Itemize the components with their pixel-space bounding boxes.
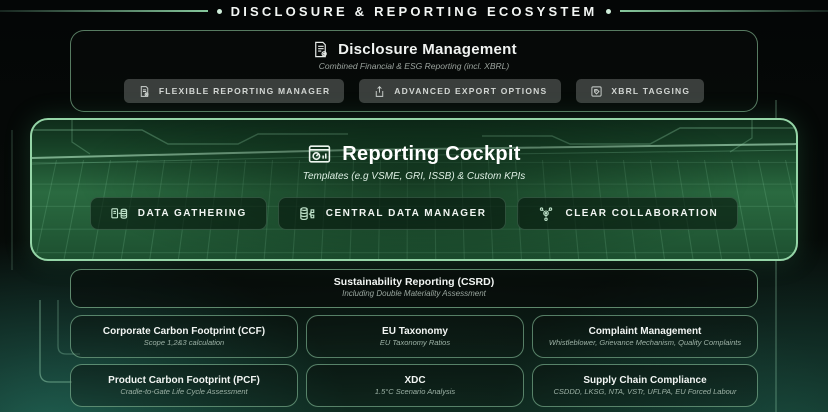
module-title: Corporate Carbon Footprint (CCF)	[102, 326, 266, 337]
xbrl-tagging-button[interactable]: XBRL TAGGING	[576, 79, 705, 103]
module-subtitle: EU Taxonomy Ratios	[379, 338, 451, 347]
button-label: DATA GATHERING	[137, 208, 247, 219]
button-label: CENTRAL DATA MANAGER	[325, 208, 487, 219]
export-icon	[373, 85, 386, 98]
advanced-export-options-button[interactable]: ADVANCED EXPORT OPTIONS	[359, 79, 562, 103]
module-complaint-management[interactable]: Complaint Management Whistleblower, Grie…	[532, 315, 758, 358]
button-label: FLEXIBLE REPORTING MANAGER	[158, 86, 331, 96]
module-xdc[interactable]: XDC 1.5°C Scenario Analysis	[306, 364, 524, 407]
flexible-reporting-manager-button[interactable]: FLEXIBLE REPORTING MANAGER	[123, 79, 345, 103]
sustainability-reporting-panel[interactable]: Sustainability Reporting (CSRD) Includin…	[70, 269, 758, 308]
module-title: Complaint Management	[588, 326, 702, 337]
report-gear-icon	[138, 85, 151, 98]
button-label: XBRL TAGGING	[611, 86, 691, 96]
infographic-canvas: DISCLOSURE & REPORTING ECOSYSTEM Disclos…	[0, 0, 828, 412]
page-title: DISCLOSURE & REPORTING ECOSYSTEM	[230, 3, 598, 19]
collaboration-gear-icon	[537, 205, 555, 223]
sustainability-reporting-title: Sustainability Reporting (CSRD)	[333, 276, 495, 288]
sustainability-reporting-subtitle: Including Double Materiality Assessment	[342, 289, 486, 298]
reporting-cockpit-title: Reporting Cockpit	[342, 143, 521, 165]
module-subtitle: 1.5°C Scenario Analysis	[374, 387, 456, 396]
central-data-manager-button[interactable]: CENTRAL DATA MANAGER	[277, 197, 507, 230]
module-subtitle: Cradle-to-Gate Life Cycle Assessment	[120, 387, 248, 396]
reporting-cockpit-subtitle: Templates (e.g VSME, GRI, ISSB) & Custom…	[302, 171, 526, 182]
module-subtitle: CSDDD, LKSG, NTA, VSTr, UFLPA, EU Forced…	[553, 387, 737, 396]
module-ccf[interactable]: Corporate Carbon Footprint (CCF) Scope 1…	[70, 315, 298, 358]
data-gathering-button[interactable]: DATA GATHERING	[89, 197, 267, 230]
header-line-right	[620, 10, 828, 12]
modules-grid: Corporate Carbon Footprint (CCF) Scope 1…	[70, 315, 758, 407]
tag-icon	[590, 85, 603, 98]
dashboard-icon	[307, 142, 332, 167]
header-dot-right	[606, 8, 612, 14]
module-subtitle: Scope 1,2&3 calculation	[143, 338, 225, 347]
button-label: CLEAR COLLABORATION	[565, 208, 719, 219]
button-label: ADVANCED EXPORT OPTIONS	[394, 86, 548, 96]
module-title: EU Taxonomy	[382, 326, 448, 337]
database-network-icon	[298, 205, 316, 223]
disclosure-management-subtitle: Combined Financial & ESG Reporting (incl…	[318, 61, 510, 71]
header-line-left	[0, 10, 208, 12]
module-pcf[interactable]: Product Carbon Footprint (PCF) Cradle-to…	[70, 364, 298, 407]
page-header: DISCLOSURE & REPORTING ECOSYSTEM	[0, 2, 828, 20]
module-title: XDC	[404, 375, 426, 386]
module-eu-taxonomy[interactable]: EU Taxonomy EU Taxonomy Ratios	[306, 315, 524, 358]
module-subtitle: Whistleblower, Grievance Mechanism, Qual…	[548, 338, 742, 347]
module-supply-chain-compliance[interactable]: Supply Chain Compliance CSDDD, LKSG, NTA…	[532, 364, 758, 407]
header-dot-left	[216, 8, 222, 14]
module-title: Product Carbon Footprint (PCF)	[108, 375, 260, 386]
document-gear-icon	[311, 40, 330, 59]
disclosure-management-title: Disclosure Management	[338, 41, 517, 58]
module-title: Supply Chain Compliance	[583, 375, 707, 386]
disclosure-management-panel: Disclosure Management Combined Financial…	[70, 30, 758, 112]
document-database-icon	[110, 205, 128, 223]
reporting-cockpit-panel: Reporting Cockpit Templates (e.g VSME, G…	[30, 118, 798, 261]
clear-collaboration-button[interactable]: CLEAR COLLABORATION	[517, 197, 739, 230]
